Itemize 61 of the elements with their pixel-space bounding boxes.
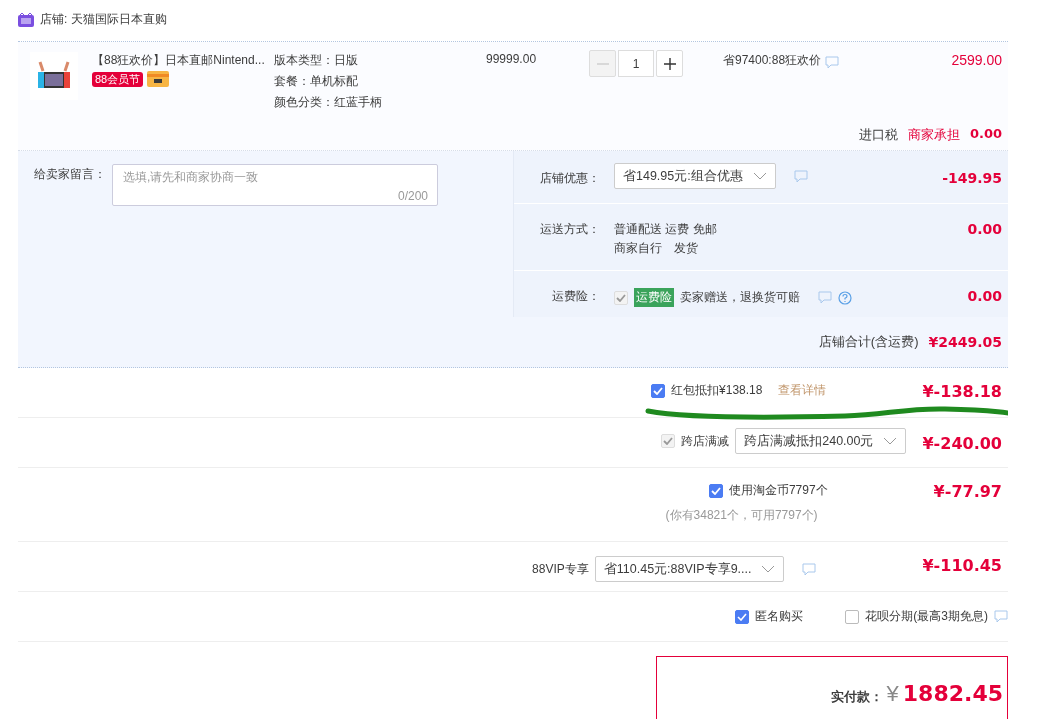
help-icon[interactable] — [838, 290, 852, 305]
shipping-label: 运送方式： — [539, 221, 600, 238]
savings-text: 省97400:88狂欢价 — [723, 52, 822, 69]
adjustment-amount: ¥-110.45 — [922, 555, 1002, 577]
comment-icon[interactable] — [825, 56, 840, 69]
adjustment-label: 使用淘金币7797个 — [728, 482, 828, 499]
chevron-down-icon — [752, 172, 767, 180]
comment-icon[interactable] — [793, 169, 808, 183]
insurance-amount: 0.00 — [967, 288, 1002, 304]
comment-icon[interactable] — [802, 562, 817, 576]
chevron-down-icon — [761, 565, 776, 573]
tax-label: 进口税 — [858, 126, 898, 144]
adjustment-amount: ¥-138.18 — [922, 381, 1002, 403]
product-image[interactable] — [30, 52, 78, 100]
adjustment-label: 跨店满减 — [681, 432, 730, 450]
product-title[interactable]: 【88狂欢价】日本直邮Nintend... — [92, 52, 274, 69]
option-label[interactable]: 花呗分期(最高3期免息) — [865, 608, 988, 625]
adjustment-label: 88VIP专享 — [532, 560, 589, 578]
insurance-tag: 运费险 — [634, 288, 674, 307]
message-label: 给卖家留言： — [34, 166, 106, 183]
store-name[interactable]: 店铺: 天猫国际日本直购 — [40, 11, 167, 28]
insurance-label: 运费险： — [551, 288, 600, 305]
currency-sign: ¥ — [886, 681, 899, 707]
discount-select[interactable]: 省149.95元:组合优惠 — [614, 163, 776, 189]
store-total-amount: ¥2449.05 — [928, 334, 1002, 350]
plus-icon — [663, 57, 676, 70]
char-counter: 0/200 — [397, 189, 428, 203]
discount-label: 店铺优惠： — [539, 170, 600, 187]
payment-label: 实付款： — [830, 688, 883, 706]
payment-amount: 1882.45 — [902, 681, 1003, 706]
adjustment-label: 红包抵扣¥138.18 — [671, 382, 763, 399]
spec-text: 套餐：单机标配 — [274, 73, 359, 90]
coin-note: (你有34821个，可用7797个) — [665, 507, 818, 524]
tax-amount: 0.00 — [969, 126, 1002, 143]
checkbox[interactable] — [735, 609, 750, 624]
shipping-text: 普通配送 运费 免邮 — [614, 221, 717, 238]
shipping-amount: 0.00 — [967, 221, 1002, 237]
adjustment-amount: ¥-77.97 — [933, 481, 1002, 503]
spec-text: 颜色分类：红蓝手柄 — [274, 94, 383, 111]
store-total-label: 店铺合计(含运费) — [818, 333, 919, 351]
comment-icon[interactable] — [994, 610, 1008, 623]
checkbox[interactable] — [651, 383, 666, 398]
chevron-down-icon — [883, 437, 898, 445]
quantity-field[interactable]: 1 — [618, 50, 654, 77]
unit-price: 99999.00 — [486, 52, 538, 66]
checkbox[interactable] — [708, 483, 723, 498]
adjustment-select[interactable]: 省110.45元:88VIP专享9.... — [594, 556, 785, 582]
discount-amount: -149.95 — [942, 170, 1002, 186]
card-icon — [147, 71, 170, 87]
shipping-text: 商家自行 发货 — [614, 240, 698, 257]
store-badge-icon — [18, 12, 34, 27]
option-label[interactable]: 匿名购买 — [755, 608, 804, 625]
spec-text: 版本类型：日版 — [274, 52, 359, 69]
checkbox[interactable] — [845, 609, 860, 624]
comment-icon[interactable] — [818, 291, 832, 304]
item-subtotal: 2599.00 — [951, 52, 1002, 68]
insurance-text: 卖家赠送，退换货可赔 — [680, 289, 800, 306]
tax-bearer: 商家承担 — [907, 126, 960, 144]
increase-button[interactable] — [656, 50, 683, 77]
promo-badge: 88会员节 — [92, 71, 144, 87]
adjustment-amount: ¥-240.00 — [922, 433, 1002, 455]
